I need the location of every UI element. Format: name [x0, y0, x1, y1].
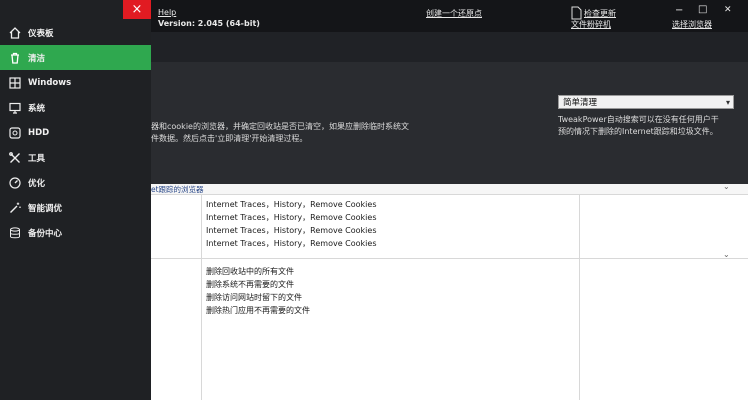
maximize-button[interactable]: □	[698, 4, 707, 15]
divider	[151, 194, 748, 195]
header-band	[151, 32, 748, 62]
windows-icon	[2, 76, 28, 90]
mode-help-line: 预的情况下删除的Internet跟踪和垃圾文件。	[558, 127, 718, 136]
speedometer-icon	[2, 176, 28, 190]
tools-icon	[2, 151, 28, 165]
monitor-icon	[2, 101, 28, 115]
description-text: 器和cookie的浏览器，并确定回收站是否已清空，如果应删除临时系统文 件数据。…	[151, 121, 409, 145]
sidebar-item-label: HDD	[28, 127, 50, 138]
help-link[interactable]: Help	[158, 8, 176, 17]
select-browser-link[interactable]: 选择浏览器	[672, 19, 712, 30]
column-divider	[579, 194, 580, 400]
hdd-icon	[2, 126, 28, 140]
sidebar-item-label: 仪表板	[28, 28, 54, 39]
sidebar-item-windows[interactable]: Windows	[0, 70, 151, 95]
column-divider	[201, 194, 202, 400]
sidebar-item-label: 优化	[28, 178, 46, 189]
sidebar-item-clean[interactable]: 清洁	[0, 45, 151, 70]
sidebar-item-dashboard[interactable]: 仪表板	[0, 20, 151, 45]
sidebar-item-label: 智能调优	[28, 203, 63, 214]
wand-icon	[2, 201, 28, 215]
create-restore-point-link[interactable]: 创建一个还原点	[426, 8, 482, 19]
divider	[151, 258, 748, 259]
chevron-down-icon[interactable]: ⌄	[723, 250, 730, 259]
list-item: Internet Traces，History，Remove Cookies	[206, 200, 377, 209]
description-line: 件数据。然后点击'立即清理'开始清理过程。	[151, 134, 308, 143]
sidebar-item-tools[interactable]: 工具	[0, 145, 151, 170]
list-item: Internet Traces，History，Remove Cookies	[206, 226, 377, 235]
check-update-link[interactable]: 检查更新	[571, 8, 616, 19]
trash-icon	[2, 51, 28, 65]
minimize-button[interactable]: −	[675, 5, 683, 16]
sidebar-item-label: 清洁	[28, 53, 46, 64]
chevron-down-icon: ▾	[725, 98, 730, 107]
list-item: 删除回收站中的所有文件	[206, 267, 294, 276]
sidebar-item-hdd[interactable]: HDD	[0, 120, 151, 145]
clean-mode-select[interactable]: 简单清理 ▾	[558, 95, 734, 109]
database-icon	[2, 226, 28, 240]
list-item: Internet Traces，History，Remove Cookies	[206, 213, 377, 222]
sidebar-item-label: 备份中心	[28, 228, 63, 239]
sidebar-item-label: 工具	[28, 153, 46, 164]
clean-items-list: et跟踪的浏览器 ⌄ Internet Traces，History，Remov…	[151, 182, 748, 400]
sidebar-item-label: Windows	[28, 77, 72, 88]
version-label: Version: 2.045 (64-bit)	[158, 19, 260, 28]
list-item: Internet Traces，History，Remove Cookies	[206, 239, 377, 248]
clean-settings-panel: 器和cookie的浏览器，并确定回收站是否已清空，如果应删除临时系统文 件数据。…	[151, 62, 748, 184]
mode-help-line: TweakPower自动搜索可以在没有任何用户干	[558, 115, 719, 124]
sidebar-close-button[interactable]: ×	[123, 0, 151, 19]
mode-help-text: TweakPower自动搜索可以在没有任何用户干 预的情况下删除的Interne…	[558, 114, 719, 138]
sidebar-item-optimize[interactable]: 优化	[0, 170, 151, 195]
list-item: 删除访问网站时留下的文件	[206, 293, 302, 302]
sidebar-item-system[interactable]: 系统	[0, 95, 151, 120]
title-bar: Help Version: 2.045 (64-bit) 创建一个还原点 检查更…	[151, 0, 748, 32]
file-crusher-link[interactable]: 文件粉碎机	[571, 19, 611, 30]
sidebar-item-label: 系统	[28, 103, 46, 114]
window-close-button[interactable]: ✕	[724, 5, 732, 15]
list-item: 删除系统不再需要的文件	[206, 280, 294, 289]
description-line: 器和cookie的浏览器，并确定回收站是否已清空，如果应删除临时系统文	[151, 122, 409, 131]
list-item: 删除热门应用不再需要的文件	[206, 306, 310, 315]
chevron-down-icon[interactable]: ⌄	[723, 182, 730, 191]
section-header[interactable]: et跟踪的浏览器 ⌄	[151, 182, 748, 194]
home-icon	[2, 26, 28, 40]
sidebar: × 仪表板 清洁 Windows 系统 HDD 工具 优化 智能调优 备份中心	[0, 0, 151, 400]
clean-mode-value: 简单清理	[563, 98, 598, 108]
sidebar-item-backup-center[interactable]: 备份中心	[0, 220, 151, 245]
sidebar-item-smart-tune[interactable]: 智能调优	[0, 195, 151, 220]
